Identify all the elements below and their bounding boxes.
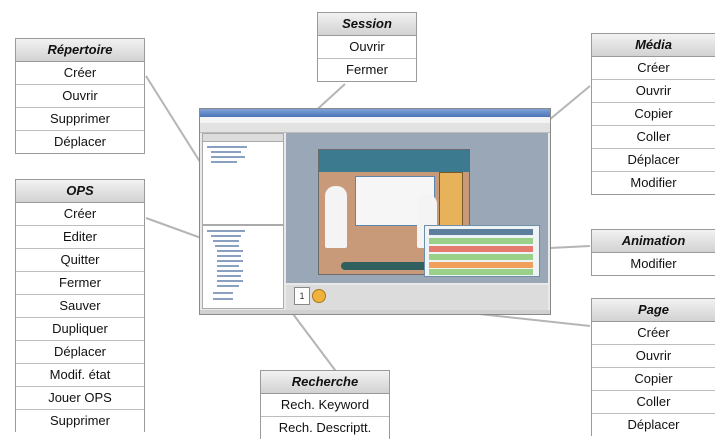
ops-item: Quitter — [16, 249, 144, 272]
panel-animation-title: Animation — [592, 230, 715, 253]
panel-media-title: Média — [592, 34, 715, 57]
panel-recherche-title: Recherche — [261, 371, 389, 394]
page-item: Créer — [592, 322, 715, 345]
panel-repertoire-title: Répertoire — [16, 39, 144, 62]
application-screenshot: 1 — [199, 108, 551, 315]
recherche-item: Rech. Descriptt. — [278, 420, 372, 435]
media-item: Déplacer — [592, 149, 715, 172]
ops-item: Dupliquer — [16, 318, 144, 341]
session-item: Ouvrir — [318, 36, 416, 59]
page-item: Déplacer — [627, 417, 680, 432]
panel-repertoire: Répertoire Créer Ouvrir Supprimer Déplac… — [15, 38, 145, 154]
recherche-item: Rech. Keyword — [261, 394, 389, 417]
session-item: Fermer — [346, 62, 388, 77]
ops-item: Modif. état — [16, 364, 144, 387]
directory-tree — [202, 141, 284, 225]
ops-item: Supprimer — [50, 413, 110, 428]
repertoire-item: Supprimer — [16, 108, 144, 131]
panel-media: Média Créer Ouvrir Copier Coller Déplace… — [591, 33, 715, 195]
ops-item: Déplacer — [16, 341, 144, 364]
ops-tree — [202, 225, 284, 309]
ops-item: Fermer — [16, 272, 144, 295]
panel-recherche: Recherche Rech. Keyword Rech. Descriptt. — [260, 370, 390, 439]
media-item: Créer — [592, 57, 715, 80]
panel-page: Page Créer Ouvrir Copier Coller Déplacer — [591, 298, 715, 436]
panel-ops-title: OPS — [16, 180, 144, 203]
add-page-icon — [312, 289, 326, 303]
panel-session: Session Ouvrir Fermer — [317, 12, 417, 82]
ops-item: Jouer OPS — [16, 387, 144, 410]
panel-animation: Animation Modifier — [591, 229, 715, 276]
ops-item: Editer — [16, 226, 144, 249]
page-item: Ouvrir — [592, 345, 715, 368]
animation-panel — [424, 225, 540, 277]
media-item: Ouvrir — [592, 80, 715, 103]
ops-item: Créer — [16, 203, 144, 226]
repertoire-item: Déplacer — [53, 134, 107, 149]
animation-item: Modifier — [630, 256, 677, 271]
page-thumbnail: 1 — [294, 287, 310, 305]
ops-item: Sauver — [16, 295, 144, 318]
media-item: Copier — [592, 103, 715, 126]
window-titlebar — [200, 109, 550, 117]
panel-ops: OPS Créer Editer Quitter Fermer Sauver D… — [15, 179, 145, 432]
media-item: Coller — [592, 126, 715, 149]
worker-figure-left — [325, 186, 347, 248]
status-bar — [200, 310, 550, 314]
page-item: Coller — [592, 391, 715, 414]
media-item: Modifier — [630, 175, 677, 190]
page-item: Copier — [592, 368, 715, 391]
panel-session-title: Session — [318, 13, 416, 36]
toolbar — [200, 123, 550, 133]
repertoire-item: Créer — [16, 62, 144, 85]
panel-page-title: Page — [592, 299, 715, 322]
repertoire-item: Ouvrir — [16, 85, 144, 108]
